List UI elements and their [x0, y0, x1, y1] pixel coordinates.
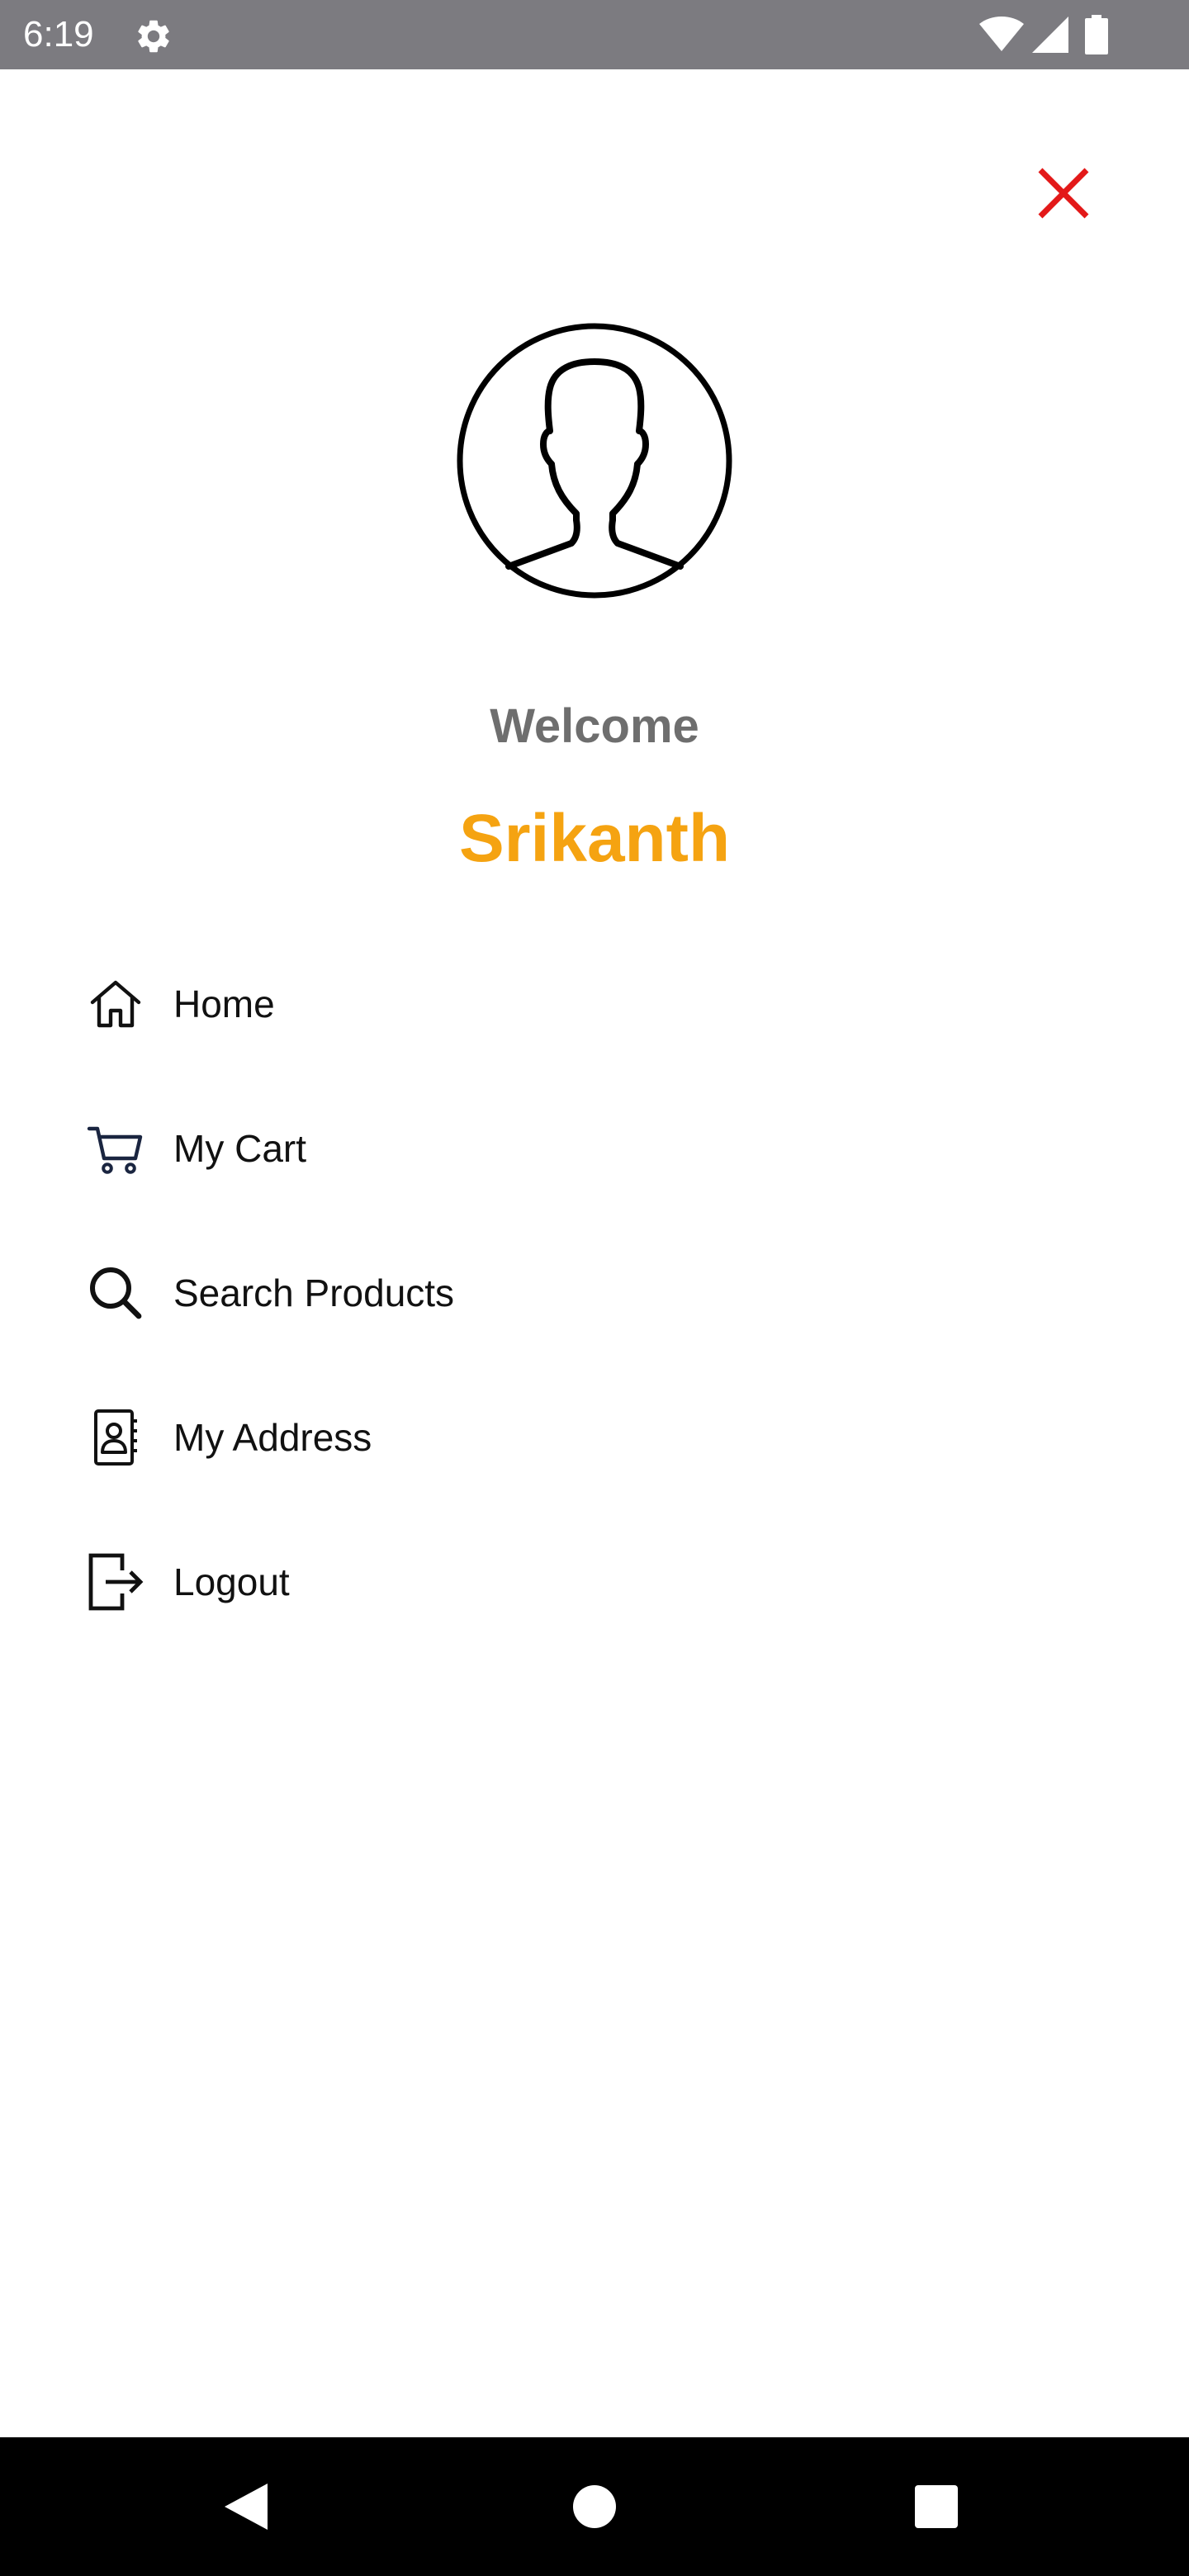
menu-item-label: My Address — [173, 1415, 372, 1459]
home-circle-icon[interactable] — [571, 2484, 618, 2530]
menu-item-label: Search Products — [173, 1271, 455, 1314]
gear-icon — [138, 20, 169, 53]
menu-item-label: My Cart — [173, 1126, 306, 1170]
menu-item-my-address[interactable]: My Address — [0, 1365, 1189, 1509]
recents-icon[interactable] — [915, 2485, 958, 2528]
app-screen: 6:19 Welcome Srikanth Home My Cart Searc… — [0, 0, 1189, 2576]
side-menu: Home My Cart Search Products My Address … — [0, 931, 1189, 1654]
cart-icon — [87, 1126, 143, 1174]
battery-icon — [1085, 15, 1108, 54]
status-bar: 6:19 — [0, 0, 1189, 69]
menu-item-home[interactable]: Home — [0, 931, 1189, 1076]
username: Srikanth — [458, 801, 731, 876]
back-icon[interactable] — [221, 2480, 274, 2533]
search-icon — [90, 1267, 142, 1319]
home-icon — [90, 980, 141, 1027]
signal-icon — [1032, 17, 1068, 53]
menu-item-label: Home — [173, 982, 275, 1025]
wifi-icon — [979, 17, 1024, 51]
system-nav-bar — [0, 2437, 1189, 2576]
menu-item-logout[interactable]: Logout — [0, 1509, 1189, 1654]
menu-item-search-products[interactable]: Search Products — [0, 1220, 1189, 1365]
status-time: 6:19 — [23, 14, 94, 54]
close-icon[interactable] — [1032, 162, 1095, 225]
user-avatar-icon — [457, 323, 732, 599]
menu-item-label: Logout — [173, 1560, 290, 1603]
welcome-text: Welcome — [490, 699, 699, 753]
address-book-icon — [94, 1409, 137, 1466]
logout-icon — [88, 1553, 144, 1610]
menu-item-my-cart[interactable]: My Cart — [0, 1076, 1189, 1220]
